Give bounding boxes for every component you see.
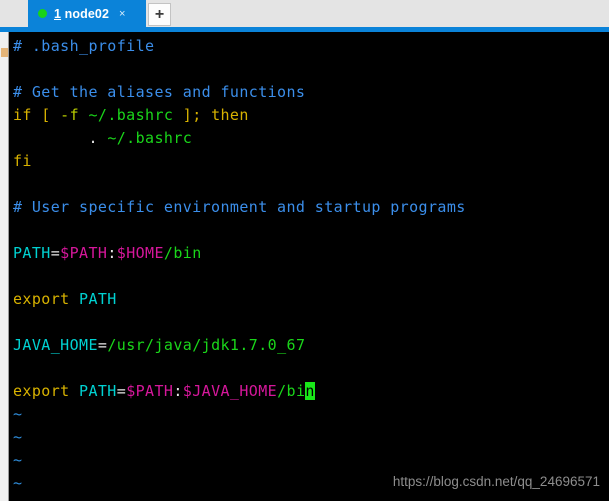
- tilde-icon: ~: [13, 451, 23, 469]
- tilde-icon: ~: [13, 428, 23, 446]
- tilde-icon: ~: [13, 405, 23, 423]
- code-token: if [: [13, 106, 61, 124]
- code-line: # .bash_profile: [13, 35, 609, 58]
- connection-status-dot: [38, 9, 47, 18]
- empty-line-marker: ~: [13, 426, 609, 449]
- code-line: PATH=$PATH:$HOME/bin: [13, 242, 609, 265]
- tilde-icon: ~: [13, 474, 23, 492]
- code-line: . ~/.bashrc: [13, 127, 609, 150]
- code-token: ~/.bashrc: [107, 129, 193, 147]
- empty-line-marker: ~: [13, 403, 609, 426]
- text-cursor: n: [305, 382, 315, 400]
- tab-title: 1 node02: [54, 7, 109, 21]
- code-token: fi: [13, 152, 32, 170]
- code-token: =: [50, 244, 61, 262]
- code-token: /usr/java/jdk1.7.0_67: [107, 336, 306, 354]
- code-token: PATH: [79, 290, 117, 308]
- code-token: export: [13, 382, 80, 400]
- new-tab-button[interactable]: +: [148, 3, 171, 26]
- code-line: fi: [13, 150, 609, 173]
- code-line: export PATH=$PATH:$JAVA_HOME/bin: [13, 380, 609, 403]
- terminal-screen[interactable]: # .bash_profile # Get the aliases and fu…: [0, 32, 609, 501]
- terminal-tab-node02[interactable]: 1 node02 ×: [28, 0, 146, 27]
- code-token: # .bash_profile: [13, 37, 155, 55]
- code-line: JAVA_HOME=/usr/java/jdk1.7.0_67: [13, 334, 609, 357]
- close-icon[interactable]: ×: [119, 8, 125, 20]
- empty-line-marker: ~: [13, 449, 609, 472]
- code-line: export PATH: [13, 288, 609, 311]
- vim-buffer[interactable]: # .bash_profile # Get the aliases and fu…: [13, 35, 609, 501]
- tab-index: 1: [54, 6, 62, 21]
- code-token: $JAVA_HOME: [182, 382, 278, 400]
- tilde-icon: ~: [13, 497, 22, 501]
- code-token: # User specific environment and startup …: [13, 198, 466, 216]
- code-token: =: [97, 336, 108, 354]
- code-line: if [ -f ~/.bashrc ]; then: [13, 104, 609, 127]
- code-token: .: [13, 129, 108, 147]
- empty-line-marker: ~: [13, 495, 609, 501]
- code-token: -f: [60, 106, 89, 124]
- code-token: :: [173, 382, 183, 400]
- code-token: =: [116, 382, 127, 400]
- code-line: # Get the aliases and functions: [13, 81, 609, 104]
- code-token: $PATH: [126, 382, 174, 400]
- code-token: :: [107, 244, 117, 262]
- tab-name: node02: [64, 6, 110, 21]
- code-token: $HOME: [116, 244, 164, 262]
- code-token: ~/.bashrc: [88, 106, 174, 124]
- code-token: PATH: [79, 382, 117, 400]
- code-token: /bin: [163, 244, 202, 262]
- code-token: JAVA_HOME: [13, 336, 98, 354]
- code-token: # Get the aliases and functions: [13, 83, 306, 101]
- code-token: ]; then: [173, 106, 249, 124]
- scrollbar-gutter[interactable]: [0, 32, 9, 501]
- bookmark-icon: [1, 48, 8, 57]
- tab-bar: 1 node02 × +: [0, 0, 609, 27]
- watermark-text: https://blog.csdn.net/qq_24696571: [392, 474, 600, 489]
- code-token: $PATH: [60, 244, 108, 262]
- code-token: /bi: [277, 382, 306, 400]
- code-line: # User specific environment and startup …: [13, 196, 609, 219]
- code-token: PATH: [13, 244, 51, 262]
- code-token: export: [13, 290, 80, 308]
